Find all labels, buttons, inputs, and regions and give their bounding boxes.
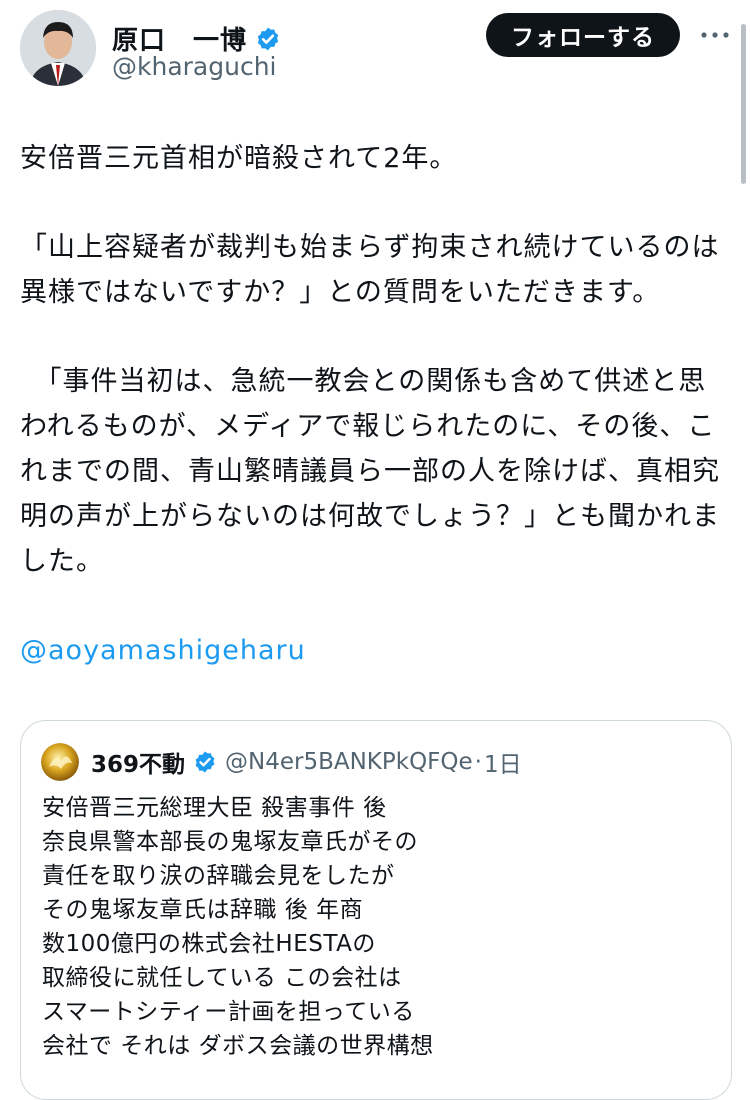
dot-separator: · [474,749,482,775]
tweet-paragraph: 安倍晋三元首相が暗殺されて2年。 [20,143,458,174]
tweet-paragraph: 「山上容疑者が裁判も始まらず拘束され続けているのは異様ではないですか？」との質問… [20,232,720,308]
author-avatar[interactable] [20,10,96,86]
more-horizontal-icon[interactable] [700,30,730,40]
scrollbar[interactable] [741,24,746,184]
quoted-text-line: 数100億円の株式会社HESTAの [42,931,376,957]
verified-badge-icon [195,751,215,773]
quoted-author-avatar[interactable] [41,743,79,781]
quoted-author-handle[interactable]: @N4er5BANKPkQFQe [225,749,473,775]
quoted-timestamp[interactable]: 1日 [484,745,522,779]
quoted-text-line: 責任を取り涙の辞職会見をしたが [42,863,395,889]
quoted-text-line: その鬼塚友章氏は辞職 後 年商 [42,897,364,923]
quoted-text-line: 安倍晋三元総理大臣 殺害事件 後 [42,795,387,821]
quoted-text-line: 奈良県警本部長の鬼塚友章氏がその [42,829,418,855]
quoted-author-name[interactable]: 369不動 [91,745,185,779]
quoted-tweet-card[interactable]: 369不動 @N4er5BANKPkQFQe · 1日 安倍晋三元総理大臣 殺害… [20,720,732,1100]
quoted-tweet-header: 369不動 @N4er5BANKPkQFQe · 1日 [41,743,522,781]
mention-link[interactable]: @aoyamashigeharu [20,628,732,673]
quoted-tweet-text: 安倍晋三元総理大臣 殺害事件 後 奈良県警本部長の鬼塚友章氏がその 責任を取り涙… [42,791,712,1063]
follow-button[interactable]: フォローする [486,13,680,57]
tweet-paragraph: 「事件当初は、急統一教会との関係も含めて供述と思われるものが、メディアで報じられ… [20,366,720,577]
quoted-text-line: 取締役に就任している この会社は [42,965,402,991]
verified-badge-icon [257,27,279,50]
quoted-text-line: 会社で それは ダボス会議の世界構想 [42,1033,434,1059]
quoted-text-line: スマートシティー計画を担っている [42,999,415,1025]
author-handle[interactable]: @kharaguchi [112,52,277,81]
tweet-text: 安倍晋三元首相が暗殺されて2年。 「山上容疑者が裁判も始まらず拘束され続けている… [20,136,732,673]
tweet-header: 原口 一博 @kharaguchi フォローする [0,0,750,100]
